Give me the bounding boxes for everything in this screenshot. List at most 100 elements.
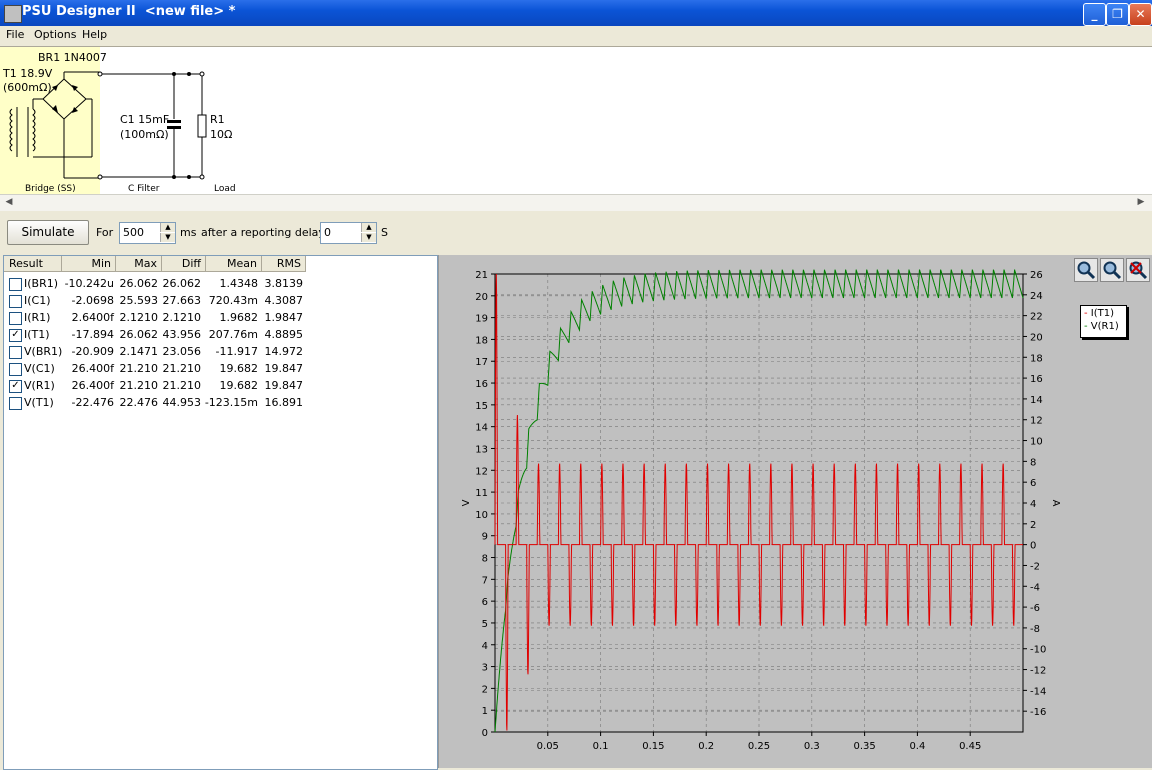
legend-item-i-t1: - I(T1) [1084,308,1115,319]
chart-svg[interactable]: 0123456789101112131415161718192021-16-14… [439,255,1152,768]
result-rms: 19.847 [264,362,304,375]
result-mean: 19.682 [219,379,259,392]
y-tick-label: 20 [475,292,488,303]
result-name: I(C1) [24,294,51,307]
result-mean: 207.76m [208,328,258,341]
result-checkbox[interactable]: ✓ [9,329,22,342]
y2-tick-label: 14 [1030,395,1043,406]
menu-help[interactable]: Help [82,28,107,41]
menu-file[interactable]: File [6,28,24,41]
table-row[interactable]: I(R1) 2.6400f 2.1210 2.1210 1.9682 1.9847 [4,309,437,326]
result-checkbox[interactable] [9,295,22,308]
transformer-resistance-label: (600mΩ) [3,81,52,94]
table-row[interactable]: ✓ I(T1) -17.894 26.062 43.956 207.76m 4.8895 [4,326,437,343]
close-button[interactable]: ✕ [1129,3,1152,26]
col-result[interactable]: Result [4,256,62,272]
x-tick-label: 0.35 [853,741,875,752]
result-mean: 1.4348 [219,277,259,290]
result-checkbox[interactable] [9,363,22,376]
menu-bar: File Options Help [0,26,1152,45]
table-row[interactable]: V(BR1) -20.909 2.1471 23.056 -11.917 14.972 [4,343,437,360]
result-max: 2.1210 [119,311,159,324]
duration-stepper[interactable]: 500 ▲ ▼ [119,222,176,244]
result-checkbox[interactable] [9,312,22,325]
menu-options[interactable]: Options [34,28,76,41]
result-name: V(C1) [24,362,55,375]
schematic-drawing [0,47,207,195]
y-tick-label: 4 [482,641,488,652]
result-checkbox[interactable] [9,346,22,359]
result-max: 21.210 [119,379,159,392]
result-max: 22.476 [119,396,159,409]
result-rms: 1.9847 [264,311,304,324]
y-tick-label: 0 [482,728,488,739]
y-tick-label: 17 [475,357,488,368]
restore-button[interactable]: ❐ [1106,3,1129,26]
chart-panel: 0 1 2 3 4 5 6 7 8 9 10 11 12 13 14 15 16 17 18 19 20 21 -16 -14… [438,255,1152,768]
col-min[interactable]: Min [62,256,116,272]
result-diff: 21.210 [162,362,202,375]
result-checkbox[interactable] [9,397,22,410]
result-rms: 16.891 [264,396,304,409]
transformer-label: T1 18.9V [3,67,53,80]
duration-up-icon[interactable]: ▲ [160,223,175,232]
window-title: PSU Designer II <new file> * [22,4,236,19]
result-name: V(T1) [24,396,54,409]
col-max[interactable]: Max [116,256,162,272]
result-max: 21.210 [119,362,159,375]
stage-label-filter: C Filter [128,184,160,194]
table-row[interactable]: ✓ V(R1) 26.400f 21.210 21.210 19.682 19.847 [4,377,437,394]
y2-axis-label: A [1050,500,1061,507]
y2-tick-label: -6 [1030,603,1040,614]
result-min: -2.0698 [71,294,114,307]
result-checkbox[interactable]: ✓ [9,380,22,393]
delay-stepper[interactable]: 0 ▲ ▼ [320,222,377,244]
x-tick-label: 0.25 [748,741,770,752]
delay-down-icon[interactable]: ▼ [361,233,376,242]
y-tick-label: 12 [475,466,488,477]
table-row[interactable]: I(C1) -2.0698 25.593 27.663 720.43m 4.3087 [4,292,437,309]
capacitor-label: C1 15mF [120,113,170,126]
col-rms[interactable]: RMS [262,256,306,272]
y-tick-label: 15 [475,401,488,412]
col-mean[interactable]: Mean [206,256,262,272]
result-name: I(BR1) [24,277,59,290]
result-rms: 3.8139 [264,277,304,290]
y-tick-label: 8 [482,554,488,565]
y2-tick-label: 4 [1030,499,1036,510]
stage-label-load: Load [214,184,236,194]
scroll-right-icon[interactable]: ▶ [1134,197,1148,209]
resistor-symbol[interactable] [197,114,207,138]
y2-tick-label: 8 [1030,457,1036,468]
minimize-button[interactable]: _ [1083,3,1106,26]
table-row[interactable]: V(T1) -22.476 22.476 44.953 -123.15m 16.891 [4,394,437,411]
y-tick-label: 21 [475,270,488,281]
x-tick-label: 0.15 [642,741,664,752]
result-checkbox[interactable] [9,278,22,291]
delay-up-icon[interactable]: ▲ [361,223,376,232]
duration-down-icon[interactable]: ▼ [160,233,175,242]
result-min: -10.242u [64,277,114,290]
result-name: V(R1) [24,379,55,392]
result-max: 26.062 [119,328,159,341]
schematic-scrollbar[interactable]: ◀ ▶ [0,194,1152,212]
app-icon[interactable] [4,5,22,23]
col-diff[interactable]: Diff [162,256,206,272]
simulate-button[interactable]: Simulate [7,220,89,245]
x-tick-label: 0.3 [804,741,820,752]
y-tick-label: 18 [475,335,488,346]
y-tick-label: 9 [482,532,488,543]
y2-tick-label: 10 [1030,437,1043,448]
table-row[interactable]: I(BR1) -10.242u 26.062 26.062 1.4348 3.8139 [4,275,437,292]
x-tick-label: 0.4 [909,741,925,752]
table-row[interactable]: V(C1) 26.400f 21.210 21.210 19.682 19.847 [4,360,437,377]
scroll-left-icon[interactable]: ◀ [2,197,16,209]
y2-tick-label: 6 [1030,478,1036,489]
y2-tick-label: -2 [1030,561,1040,572]
result-min: -22.476 [71,396,114,409]
y2-tick-label: 20 [1030,332,1043,343]
result-mean: 19.682 [219,362,259,375]
y2-tick-label: -16 [1030,707,1046,718]
result-diff: 27.663 [162,294,202,307]
result-name: V(BR1) [24,345,63,358]
